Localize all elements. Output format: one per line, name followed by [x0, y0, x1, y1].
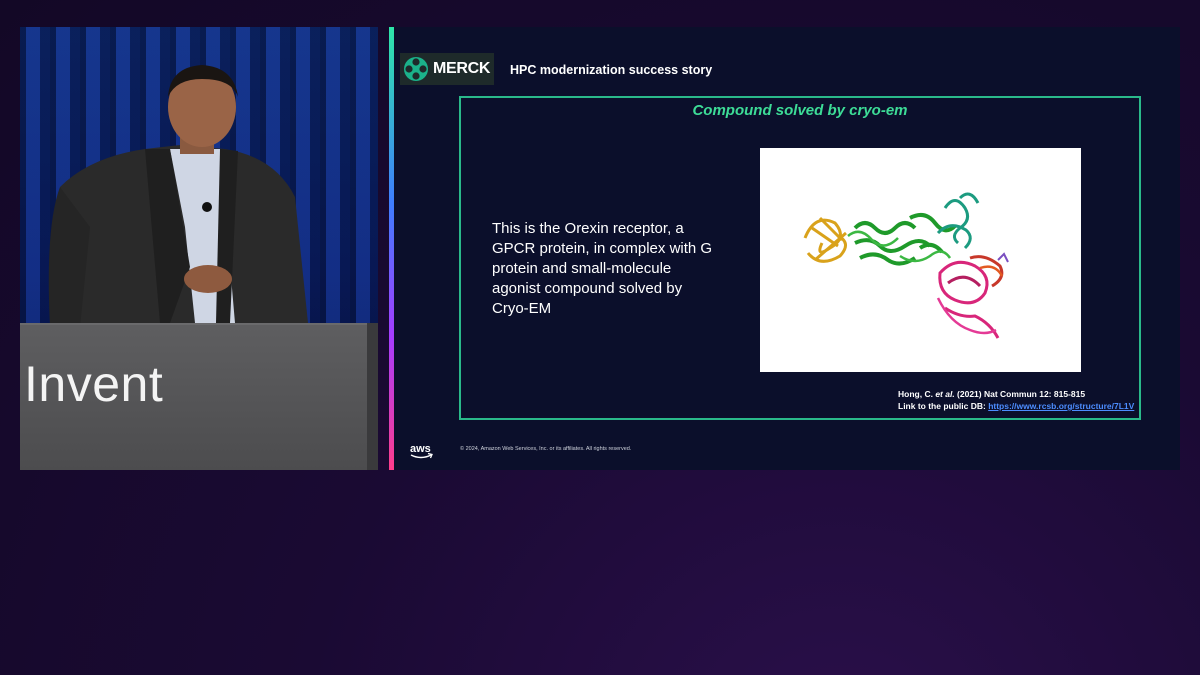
protein-structure-image — [760, 148, 1081, 372]
aws-logo-text: aws — [410, 443, 431, 455]
speaker-video: Invent — [20, 27, 378, 470]
copyright-text: © 2024, Amazon Web Services, Inc. or its… — [460, 446, 632, 452]
presentation-slide: MERCK HPC modernization success story Co… — [389, 27, 1180, 470]
citation-link-line: Link to the public DB: https://www.rcsb.… — [898, 400, 1134, 412]
podium-logo-text: Invent — [24, 356, 164, 412]
merck-logo-icon — [404, 57, 428, 81]
citation-link-label: Link to the public DB: — [898, 401, 989, 411]
frame-title: Compound solved by cryo-em — [692, 102, 908, 119]
pdb-link[interactable]: https://www.rcsb.org/structure/7L1V — [988, 401, 1134, 411]
aws-logo: aws — [410, 443, 433, 459]
podium-side — [367, 323, 378, 470]
slide-header: HPC modernization success story — [510, 63, 713, 77]
content-frame: Compound solved by cryo-em This is the O… — [459, 96, 1141, 420]
citation: Hong, C. et al. (2021) Nat Commun 12: 81… — [898, 388, 1134, 412]
merck-logo-text: MERCK — [433, 60, 491, 77]
citation-journal: (2021) Nat Commun 12: 815-815 — [954, 389, 1086, 399]
merck-logo: MERCK — [400, 53, 494, 85]
citation-authors: Hong, C. — [898, 389, 936, 399]
slide-body-text: This is the Orexin receptor, a GPCR prot… — [492, 220, 713, 317]
slide-accent-bar — [389, 27, 394, 470]
citation-reference: Hong, C. et al. (2021) Nat Commun 12: 81… — [898, 388, 1134, 400]
citation-et-al: et al. — [935, 389, 955, 399]
podium: Invent — [20, 323, 367, 470]
